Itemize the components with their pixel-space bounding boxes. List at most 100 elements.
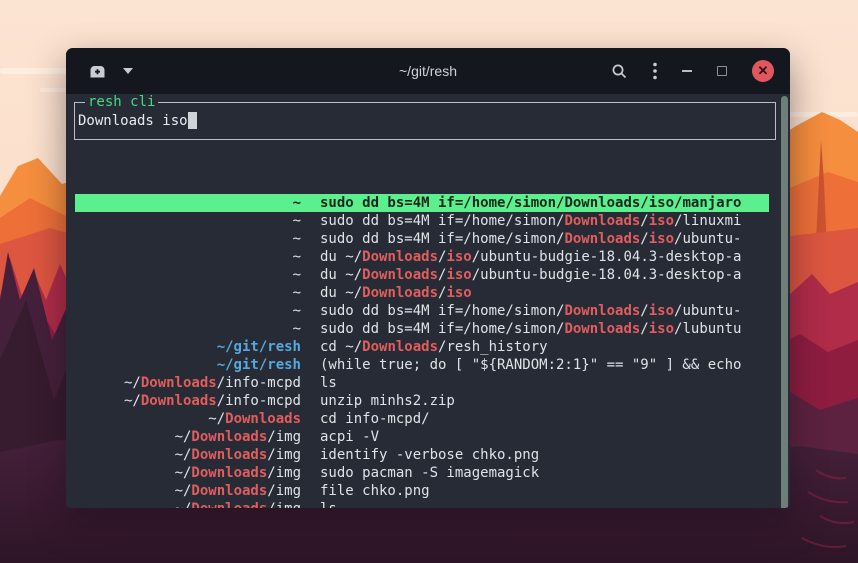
history-row[interactable]: ~ sudo dd bs=4M if=/home/simon/Downloads/… bbox=[75, 302, 769, 320]
text-segment: /ubuntu- bbox=[674, 303, 741, 319]
history-row[interactable]: ~du ~/Downloads/iso bbox=[75, 284, 769, 302]
text-segment: Downloads bbox=[141, 375, 217, 391]
row-command: du ~/Downloads/iso/ubuntu-budgie-18.04.3… bbox=[320, 266, 741, 284]
row-command: cd info-mcpd/ bbox=[320, 410, 430, 428]
row-command: ls bbox=[320, 500, 337, 508]
text-segment: /info-mcpd bbox=[217, 393, 301, 409]
text-segment: /ubuntu- bbox=[674, 231, 741, 247]
row-command: file chko.png bbox=[320, 482, 430, 500]
row-command: du ~/Downloads/iso/ubuntu-budgie-18.04.3… bbox=[320, 248, 741, 266]
tab-switcher-caret-icon[interactable] bbox=[123, 68, 133, 74]
text-segment: ~/git/resh bbox=[217, 357, 301, 373]
row-pwd: ~/Downloads/info-mcpd bbox=[75, 374, 301, 392]
history-row[interactable]: ~/Downloadscd info-mcpd/ bbox=[75, 410, 769, 428]
text-segment: /ubuntu-budgie-18.04.3-desktop-a bbox=[472, 249, 742, 265]
text-segment: unzip minhs2.zip bbox=[320, 393, 455, 409]
text-segment: Downloads bbox=[191, 465, 267, 481]
text-segment: / bbox=[640, 213, 648, 229]
text-segment: /resh_history bbox=[438, 339, 548, 355]
text-segment: / bbox=[640, 195, 648, 211]
text-segment: Downloads bbox=[191, 447, 267, 463]
row-command: ls bbox=[320, 374, 337, 392]
text-segment: /linuxmi bbox=[674, 213, 741, 229]
history-row[interactable]: ~/Downloads/imgidentify -verbose chko.pn… bbox=[75, 446, 769, 464]
row-pwd: ~ bbox=[75, 212, 301, 230]
history-row[interactable]: ~ sudo dd bs=4M if=/home/simon/Downloads/… bbox=[75, 320, 769, 338]
scrollbar[interactable] bbox=[781, 96, 788, 508]
new-tab-icon[interactable] bbox=[88, 63, 107, 80]
close-icon[interactable]: ✕ bbox=[752, 60, 774, 82]
text-segment: / bbox=[640, 321, 648, 337]
row-pwd: ~ bbox=[75, 302, 301, 320]
history-row[interactable]: ~ sudo dd bs=4M if=/home/simon/Downloads/… bbox=[75, 212, 769, 230]
resh-search-panel: resh cli Downloads iso bbox=[74, 102, 776, 140]
row-pwd: ~/Downloads/img bbox=[75, 464, 301, 482]
text-segment: Downloads bbox=[564, 231, 640, 247]
history-row[interactable]: ~sudo dd bs=4M if=/home/simon/Downloads/… bbox=[75, 230, 769, 248]
history-row-selected[interactable]: ~sudo dd bs=4M if=/home/simon/Downloads/… bbox=[75, 194, 769, 212]
history-row[interactable]: ~/Downloads/info-mcpdunzip minhs2.zip bbox=[75, 392, 769, 410]
text-segment: / bbox=[640, 303, 648, 319]
text-segment: ~ bbox=[293, 213, 301, 229]
text-cursor bbox=[188, 112, 197, 129]
text-segment: identify -verbose chko.png bbox=[320, 447, 539, 463]
text-segment: iso bbox=[649, 213, 674, 229]
text-segment: Downloads bbox=[564, 321, 640, 337]
text-segment: ~/ bbox=[175, 429, 192, 445]
history-row[interactable]: ~/Downloads/info-mcpd ls bbox=[75, 374, 769, 392]
history-row[interactable]: ~/Downloads/img ls bbox=[75, 500, 769, 508]
row-command: acpi -V bbox=[320, 428, 379, 446]
history-row[interactable]: ~/Downloads/img file chko.png bbox=[75, 482, 769, 500]
text-segment: Downloads bbox=[564, 303, 640, 319]
text-segment: /lubuntu bbox=[674, 321, 741, 337]
text-segment: /img bbox=[267, 483, 301, 499]
row-command: sudo dd bs=4M if=/home/simon/Downloads/i… bbox=[320, 212, 741, 230]
search-input[interactable]: Downloads iso bbox=[78, 112, 197, 129]
row-pwd: ~ bbox=[75, 266, 301, 284]
history-list: ~sudo dd bs=4M if=/home/simon/Downloads/… bbox=[75, 194, 769, 508]
row-command: sudo dd bs=4M if=/home/simon/Downloads/i… bbox=[320, 302, 741, 320]
menu-kebab-icon[interactable] bbox=[653, 62, 657, 80]
row-pwd: ~/Downloads/img bbox=[75, 428, 301, 446]
row-pwd: ~ bbox=[75, 248, 301, 266]
row-command: sudo pacman -S imagemagick bbox=[320, 464, 539, 482]
text-segment: sudo dd bs=4M if=/home/simon/ bbox=[320, 213, 564, 229]
text-segment: /info-mcpd bbox=[217, 375, 301, 391]
row-command: (while true; do [ "${RANDOM:2:1}" == "9"… bbox=[320, 356, 741, 374]
text-segment: ~/ bbox=[175, 465, 192, 481]
row-command: sudo dd bs=4M if=/home/simon/Downloads/i… bbox=[320, 194, 741, 212]
history-row[interactable]: ~ du ~/Downloads/iso/ubuntu-budgie-18.04.… bbox=[75, 266, 769, 284]
text-segment: ~/ bbox=[124, 393, 141, 409]
text-segment: iso bbox=[649, 321, 674, 337]
row-command: sudo dd bs=4M if=/home/simon/Downloads/i… bbox=[320, 320, 741, 338]
text-segment: cd ~/ bbox=[320, 339, 362, 355]
text-segment: ls bbox=[320, 375, 337, 391]
text-segment: ~/ bbox=[175, 501, 192, 508]
row-pwd: ~/git/resh bbox=[75, 338, 301, 356]
text-segment: iso bbox=[649, 303, 674, 319]
search-query-text: Downloads iso bbox=[78, 113, 188, 129]
row-pwd: ~/Downloads/img bbox=[75, 482, 301, 500]
minimize-icon[interactable] bbox=[682, 70, 692, 72]
text-segment: iso bbox=[446, 285, 471, 301]
text-segment: iso bbox=[649, 195, 674, 211]
row-pwd: ~/Downloads/img bbox=[75, 500, 301, 508]
history-row[interactable]: ~/Downloads/img acpi -V bbox=[75, 428, 769, 446]
text-segment: ~ bbox=[293, 249, 301, 265]
history-row[interactable]: ~/git/resh cd ~/Downloads/resh_history bbox=[75, 338, 769, 356]
text-segment: file chko.png bbox=[320, 483, 430, 499]
text-segment: acpi -V bbox=[320, 429, 379, 445]
row-command: unzip minhs2.zip bbox=[320, 392, 455, 410]
text-segment: sudo pacman -S imagemagick bbox=[320, 465, 539, 481]
text-segment: ~/ bbox=[208, 411, 225, 427]
row-command: cd ~/Downloads/resh_history bbox=[320, 338, 548, 356]
history-row[interactable]: ~ du ~/Downloads/iso/ubuntu-budgie-18.04.… bbox=[75, 248, 769, 266]
row-pwd: ~ bbox=[75, 320, 301, 338]
text-segment: cd info-mcpd/ bbox=[320, 411, 430, 427]
restore-icon[interactable] bbox=[717, 66, 727, 76]
row-pwd: ~ bbox=[75, 284, 301, 302]
text-segment: iso bbox=[446, 267, 471, 283]
history-row[interactable]: ~/git/resh (while true; do [ "${RANDOM:2:… bbox=[75, 356, 769, 374]
search-icon[interactable] bbox=[611, 63, 628, 80]
history-row[interactable]: ~/Downloads/img sudo pacman -S imagemagic… bbox=[75, 464, 769, 482]
